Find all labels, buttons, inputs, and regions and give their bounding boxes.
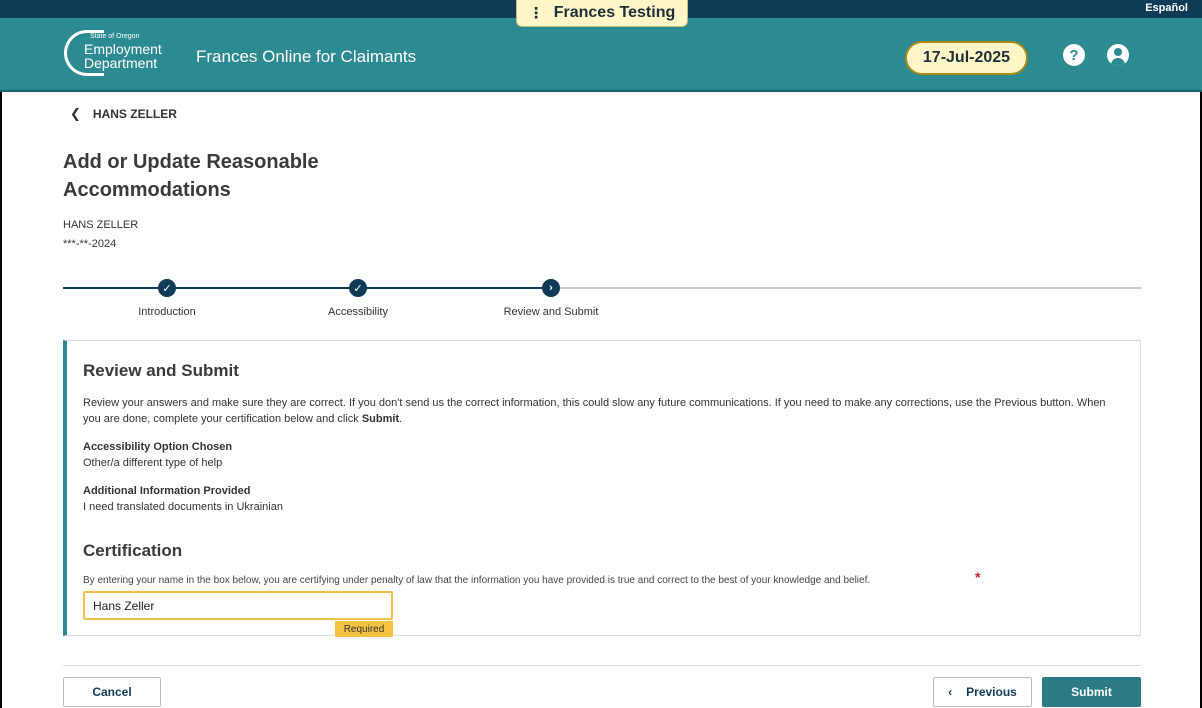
required-tag: Required	[335, 621, 393, 637]
review-card: Review and Submit Review your answers an…	[63, 340, 1141, 637]
step-label-review: Review and Submit	[503, 306, 599, 318]
claimant-ssn: ***-**-2024	[63, 238, 117, 250]
submit-button[interactable]: Submit	[1042, 677, 1141, 707]
step-label-introduction: Introduction	[138, 306, 196, 318]
previous-button-label: Previous	[966, 685, 1017, 699]
certification-name-input[interactable]	[83, 591, 393, 620]
app-title: Frances Online for Claimants	[196, 47, 417, 66]
language-link[interactable]: Español	[1145, 2, 1188, 14]
logo-line-2: Department	[84, 55, 158, 71]
accessibility-option-value: Other/a different type of help	[83, 457, 223, 469]
user-head-shape	[1114, 48, 1122, 56]
progress-stepper: ✓ ✓ › Introduction Accessibility Review …	[63, 278, 1141, 322]
back-link-label: HANS ZELLER	[92, 107, 177, 121]
step-review-chevron-icon: ›	[542, 279, 560, 297]
step-label-accessibility: Accessibility	[328, 306, 388, 318]
user-body-shape	[1111, 58, 1125, 66]
review-title: Review and Submit	[83, 361, 239, 380]
logo-small-text: State of Oregon	[90, 33, 140, 40]
certification-title: Certification	[83, 541, 183, 560]
stepper-remaining-line	[545, 287, 1141, 289]
environment-label: Frances Testing	[553, 4, 676, 21]
stepper-progress-line	[63, 287, 545, 289]
step-introduction-check-icon: ✓	[158, 279, 176, 297]
certification-text: By entering your name in the box below, …	[83, 575, 871, 586]
current-date-badge: 17-Jul-2025	[905, 41, 1028, 75]
help-icon[interactable]: ?	[1063, 44, 1085, 66]
accessibility-option-label: Accessibility Option Chosen	[83, 441, 233, 453]
environment-badge: ⋮ Frances Testing	[516, 0, 688, 27]
claimant-name: HANS ZELLER	[63, 219, 139, 231]
vertical-dots-icon: ⋮	[528, 5, 544, 22]
logo-line-1: Employment	[84, 41, 162, 57]
additional-info-label: Additional Information Provided	[83, 485, 251, 497]
agency-logo[interactable]: State of Oregon Employment Department	[64, 30, 184, 76]
back-to-claimant-link[interactable]: ❮ HANS ZELLER	[70, 106, 177, 122]
step-accessibility-check-icon: ✓	[349, 279, 367, 297]
additional-info-value: I need translated documents in Ukrainian	[83, 501, 283, 513]
previous-button[interactable]: ‹ Previous	[933, 677, 1032, 707]
footer-divider	[63, 665, 1141, 666]
required-asterisk: *	[975, 569, 981, 585]
page-title: Add or Update Reasonable Accommodations	[63, 151, 319, 201]
app-header: State of Oregon Employment Department Fr…	[0, 18, 1202, 92]
review-instructions: Review your answers and make sure they a…	[83, 397, 1106, 425]
chevron-left-icon: ❮	[70, 106, 81, 121]
cancel-button[interactable]: Cancel	[63, 677, 161, 707]
chevron-left-icon: ‹	[948, 685, 953, 699]
user-icon[interactable]	[1107, 44, 1129, 66]
